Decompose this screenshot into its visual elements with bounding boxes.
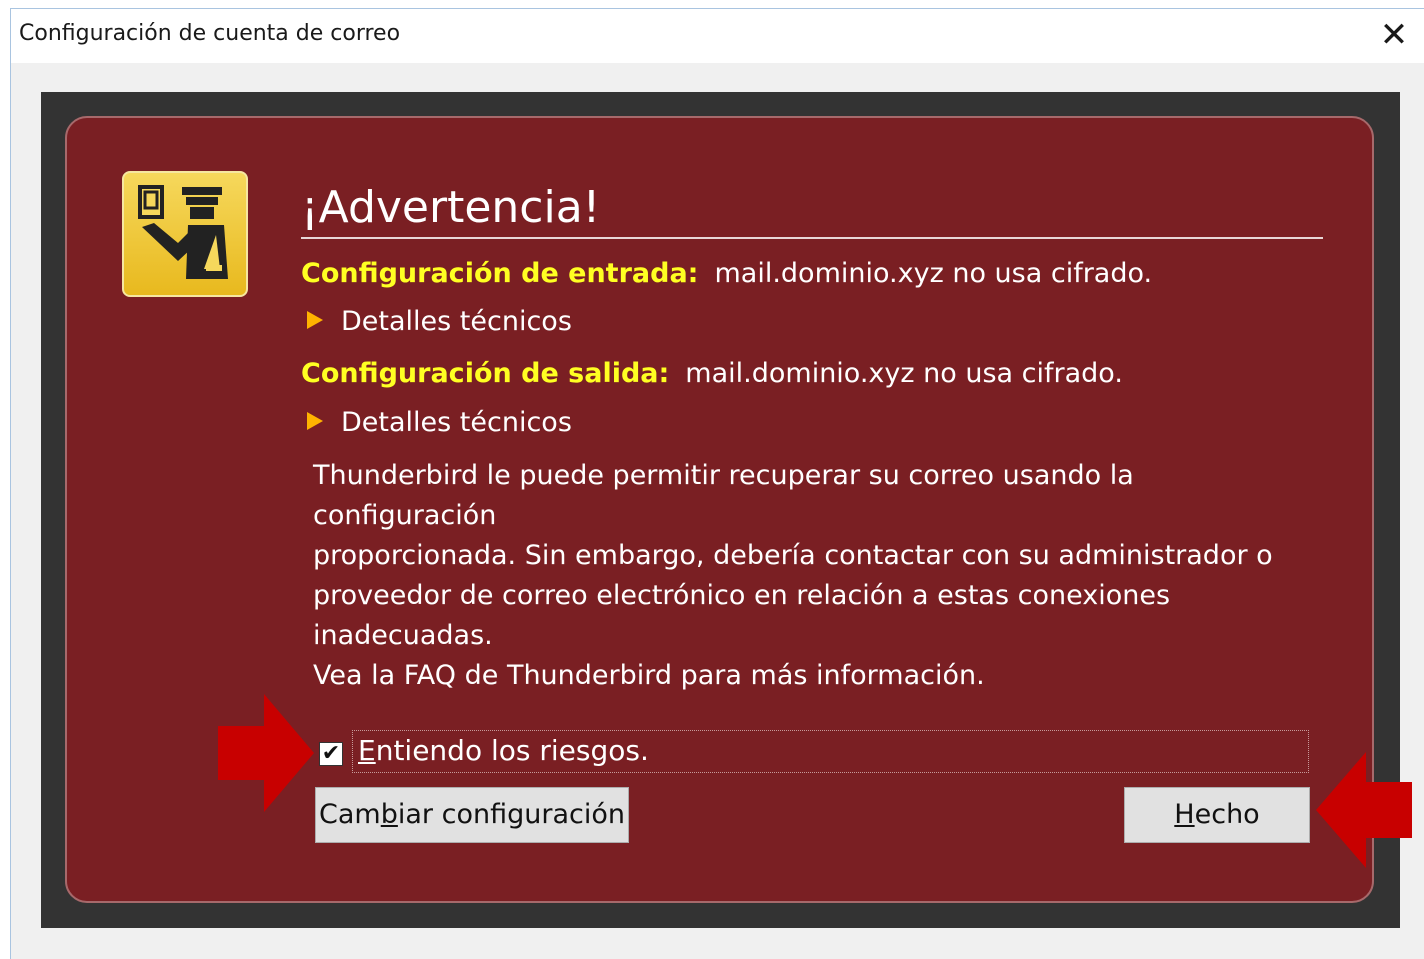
expand-triangle-icon — [307, 412, 323, 430]
security-officer-icon — [122, 171, 248, 297]
explanation-line: Vea la FAQ de Thunderbird para más infor… — [313, 660, 985, 691]
done-button[interactable]: Hecho — [1124, 787, 1310, 843]
expand-triangle-icon — [307, 311, 323, 329]
explanation-line: proveedor de correo electrónico en relac… — [313, 580, 1171, 651]
incoming-details-label: Detalles técnicos — [341, 306, 572, 337]
outgoing-config-row: Configuración de salida: mail.dominio.xyz… — [301, 358, 1123, 389]
arrow-left-icon — [1316, 752, 1412, 868]
risk-label-accesskey: E — [358, 734, 376, 767]
explanation-line: proporcionada. Sin embargo, debería cont… — [313, 540, 1273, 571]
outgoing-config-label: Configuración de salida: — [301, 358, 670, 389]
close-button[interactable]: ✕ — [1372, 15, 1416, 55]
explanation-line: Thunderbird le puede permitir recuperar … — [313, 460, 1134, 531]
incoming-details-toggle[interactable]: Detalles técnicos — [307, 306, 572, 337]
accesskey-b: b — [380, 799, 398, 830]
dialog-window: Configuración de cuenta de correo ✕ ¡Adv… — [10, 8, 1424, 959]
incoming-config-row: Configuración de entrada: mail.dominio.xy… — [301, 258, 1152, 289]
risk-checkbox[interactable]: ✔ — [319, 742, 343, 766]
accesskey-h: H — [1174, 799, 1195, 830]
change-config-button[interactable]: Cambiar configuración — [315, 787, 629, 843]
incoming-config-label: Configuración de entrada: — [301, 258, 699, 289]
outgoing-config-message: mail.dominio.xyz no usa cifrado. — [685, 358, 1123, 389]
warning-explanation: Thunderbird le puede permitir recuperar … — [313, 456, 1303, 696]
outgoing-details-toggle[interactable]: Detalles técnicos — [307, 407, 572, 438]
outgoing-details-label: Detalles técnicos — [341, 407, 572, 438]
warning-heading: ¡Advertencia! — [301, 182, 1323, 239]
incoming-config-message: mail.dominio.xyz no usa cifrado. — [714, 258, 1153, 289]
risk-label-rest: ntiendo los riesgos. — [375, 734, 649, 767]
arrow-right-icon — [218, 694, 314, 812]
title-bar: Configuración de cuenta de correo ✕ — [11, 9, 1424, 63]
window-title: Configuración de cuenta de correo — [19, 21, 401, 46]
risk-checkbox-label[interactable]: Entiendo los riesgos. — [358, 734, 649, 767]
